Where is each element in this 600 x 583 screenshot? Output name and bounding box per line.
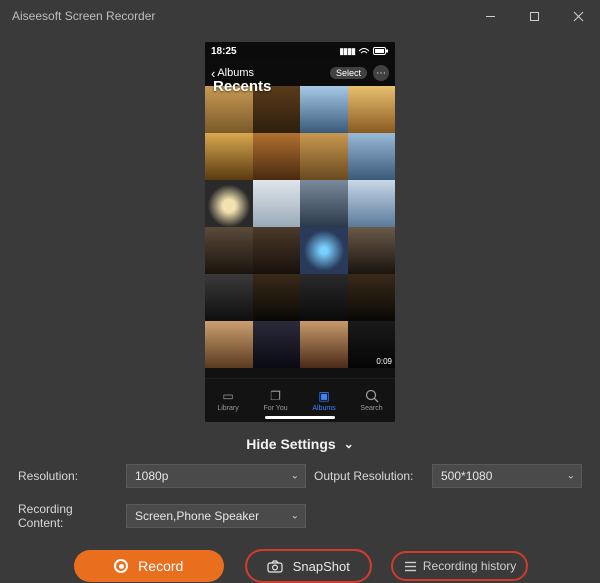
chevron-down-icon: ⌄ (291, 511, 299, 522)
photo-thumb[interactable] (253, 321, 301, 368)
recording-content-value: Screen,Phone Speaker (135, 509, 259, 523)
output-resolution-value: 500*1080 (441, 469, 492, 483)
minimize-button[interactable] (468, 0, 512, 32)
record-button[interactable]: Record (74, 550, 224, 582)
phone-statusbar: 18:25 ▮▮▮▮ (205, 42, 395, 60)
photo-thumb[interactable] (253, 180, 301, 227)
phone-tab-albums[interactable]: ▣ Albums (312, 389, 335, 412)
phone-tab-foryou[interactable]: ❐ For You (263, 389, 287, 412)
phone-photo-grid[interactable]: 0:09 (205, 86, 395, 378)
photo-thumb[interactable] (300, 227, 348, 274)
phone-more-button[interactable]: ⋯ (373, 65, 389, 81)
phone-album-title: Recents (213, 78, 271, 95)
output-resolution-label: Output Resolution: (314, 469, 424, 483)
chevron-down-icon: ⌄ (567, 471, 575, 482)
titlebar: Aiseesoft Screen Recorder (0, 0, 600, 32)
albums-icon: ▣ (315, 389, 333, 403)
photo-thumb[interactable] (348, 274, 396, 321)
photo-thumb[interactable] (205, 321, 253, 368)
minimize-icon (485, 11, 496, 22)
close-icon (573, 11, 584, 22)
window-title: Aiseesoft Screen Recorder (12, 9, 155, 23)
mirror-area: 18:25 ▮▮▮▮ ‹ Albums Select ⋯ Recents (0, 32, 600, 422)
snapshot-button[interactable]: SnapShot (246, 550, 371, 582)
chevron-down-icon: ⌄ (291, 471, 299, 482)
phone-select-button[interactable]: Select (330, 67, 367, 79)
chevron-down-icon: ⌄ (344, 437, 354, 451)
close-button[interactable] (556, 0, 600, 32)
record-label: Record (138, 558, 183, 574)
phone-home-indicator (265, 416, 335, 419)
photo-thumb[interactable] (205, 133, 253, 180)
resolution-select[interactable]: 1080p ⌄ (126, 464, 306, 488)
battery-icon (373, 47, 389, 56)
photo-thumb[interactable] (253, 133, 301, 180)
phone-screen[interactable]: 18:25 ▮▮▮▮ ‹ Albums Select ⋯ Recents (205, 42, 395, 422)
video-duration: 0:09 (376, 357, 392, 366)
ellipsis-icon: ⋯ (376, 68, 386, 79)
list-icon (403, 561, 417, 572)
recording-history-label: Recording history (423, 559, 516, 573)
resolution-value: 1080p (135, 469, 168, 483)
tab-label: Albums (312, 405, 335, 412)
maximize-icon (529, 11, 540, 22)
phone-tab-search[interactable]: Search (360, 389, 382, 412)
actions-row: Record SnapShot Recording history (0, 550, 600, 582)
foryou-icon: ❐ (267, 389, 285, 403)
photo-thumb[interactable] (300, 321, 348, 368)
photo-thumb[interactable] (205, 180, 253, 227)
output-resolution-select[interactable]: 500*1080 ⌄ (432, 464, 582, 488)
photo-thumb[interactable] (300, 274, 348, 321)
photo-thumb[interactable] (253, 274, 301, 321)
signal-icon: ▮▮▮▮ (339, 46, 355, 57)
phone-status-icons: ▮▮▮▮ (339, 46, 389, 57)
recording-content-label: Recording Content: (18, 502, 118, 530)
photo-thumb[interactable]: 0:09 (348, 321, 396, 368)
maximize-button[interactable] (512, 0, 556, 32)
photo-thumb[interactable] (348, 133, 396, 180)
photo-thumb[interactable] (300, 86, 348, 133)
phone-tab-library[interactable]: ▭ Library (217, 389, 238, 412)
tab-label: Search (360, 405, 382, 412)
photo-thumb[interactable] (205, 227, 253, 274)
photo-thumb[interactable] (348, 180, 396, 227)
library-icon: ▭ (219, 389, 237, 403)
search-icon (363, 389, 381, 403)
hide-settings-toggle[interactable]: Hide Settings ⌄ (0, 436, 600, 452)
phone-clock: 18:25 (211, 46, 237, 57)
window-buttons (468, 0, 600, 32)
record-icon (114, 559, 128, 573)
snapshot-label: SnapShot (293, 559, 350, 574)
photo-thumb[interactable] (348, 227, 396, 274)
photo-thumb[interactable] (253, 227, 301, 274)
photo-thumb[interactable] (300, 180, 348, 227)
resolution-label: Resolution: (18, 469, 118, 483)
photo-thumb[interactable] (348, 86, 396, 133)
settings-panel: Resolution: 1080p ⌄ Output Resolution: 5… (18, 464, 582, 530)
photo-thumb[interactable] (300, 133, 348, 180)
recording-history-link[interactable]: Recording history (393, 553, 526, 579)
camera-icon (267, 560, 283, 573)
recording-content-select[interactable]: Screen,Phone Speaker ⌄ (126, 504, 306, 528)
tab-label: For You (263, 405, 287, 412)
wifi-icon (358, 47, 370, 56)
photo-thumb[interactable] (205, 274, 253, 321)
tab-label: Library (217, 405, 238, 412)
hide-settings-label: Hide Settings (246, 436, 335, 452)
